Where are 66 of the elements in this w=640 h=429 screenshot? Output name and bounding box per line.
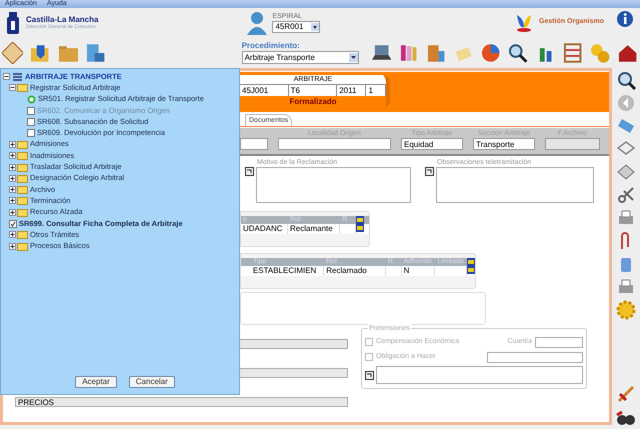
text-field[interactable] — [487, 352, 583, 362]
checkbox[interactable] — [27, 118, 35, 126]
table-cell: Reclamado — [324, 266, 386, 276]
checkbox[interactable] — [27, 129, 35, 138]
expander-icon[interactable] — [9, 197, 16, 204]
table-cell: ESTABLECIMIEN — [250, 266, 324, 276]
folder-icon — [17, 83, 28, 92]
checkbox[interactable] — [365, 353, 373, 361]
pie-chart-icon[interactable] — [480, 42, 502, 64]
user-icon — [246, 10, 268, 34]
case-status: Formalizado — [240, 96, 386, 108]
folder-icon — [17, 151, 28, 160]
checkbox[interactable] — [365, 338, 373, 346]
dialog-button[interactable]: Aceptar — [75, 376, 117, 388]
expander-icon[interactable] — [9, 208, 16, 216]
folder-icon — [17, 196, 28, 206]
expander-icon[interactable] — [9, 152, 16, 160]
folder-icon — [17, 242, 28, 251]
expander-icon[interactable] — [9, 84, 16, 92]
gear-icon[interactable] — [616, 300, 636, 320]
folder-icon — [17, 174, 28, 183]
butterfly-icon — [515, 12, 534, 32]
text-field[interactable] — [278, 138, 391, 150]
dropdown-arrow-icon — [311, 23, 320, 31]
folder-icon — [17, 208, 28, 217]
expander-icon[interactable] — [3, 73, 10, 80]
expander-icon[interactable] — [9, 242, 16, 250]
expander-icon[interactable] — [9, 140, 16, 148]
table-cell: Reclamante — [288, 224, 340, 234]
edit-icon[interactable] — [245, 167, 254, 176]
abacus-icon[interactable] — [562, 42, 584, 64]
text-field[interactable] — [535, 336, 583, 348]
dialog-button[interactable]: Cancelar — [128, 376, 175, 388]
text-field[interactable] — [240, 138, 268, 150]
info-icon[interactable] — [616, 10, 634, 28]
folder-icon — [17, 230, 28, 240]
expander-icon[interactable] — [9, 164, 16, 171]
edit-icon[interactable] — [365, 370, 374, 380]
expander-icon[interactable] — [9, 186, 16, 194]
search-icon[interactable] — [616, 70, 636, 90]
text-field[interactable]: PRECIOS — [15, 397, 348, 407]
user-select[interactable]: 45R001 — [272, 21, 320, 33]
text-field[interactable]: Transporte — [473, 138, 535, 150]
edit-row-icon[interactable] — [467, 266, 475, 274]
logo-title: Castilla-La Mancha — [26, 15, 98, 24]
add-row-icon[interactable] — [356, 216, 364, 224]
dropdown-arrow-icon — [348, 53, 358, 62]
table-cell: UDADANC — [241, 224, 288, 234]
checkbox[interactable] — [9, 220, 17, 228]
expander-icon[interactable] — [9, 174, 16, 182]
scissors-icon[interactable] — [616, 185, 636, 205]
folder-icon — [17, 140, 28, 149]
procedure-select[interactable]: Arbitraje Transporte — [242, 51, 359, 64]
check-icon — [10, 220, 16, 226]
text-field[interactable]: Equidad — [401, 138, 463, 150]
tree-root-icon — [12, 72, 23, 82]
table-cell: N — [402, 266, 436, 276]
status-ring-icon — [27, 94, 36, 104]
expander-icon[interactable] — [9, 231, 16, 238]
add-row-icon[interactable] — [467, 258, 475, 266]
search-icon[interactable] — [507, 42, 529, 64]
edit-icon[interactable] — [425, 167, 434, 176]
edit-row-icon[interactable] — [356, 224, 364, 232]
folder-icon — [17, 185, 28, 194]
folder-icon — [17, 162, 28, 172]
procedure-label: Procedimiento: — [242, 41, 301, 51]
